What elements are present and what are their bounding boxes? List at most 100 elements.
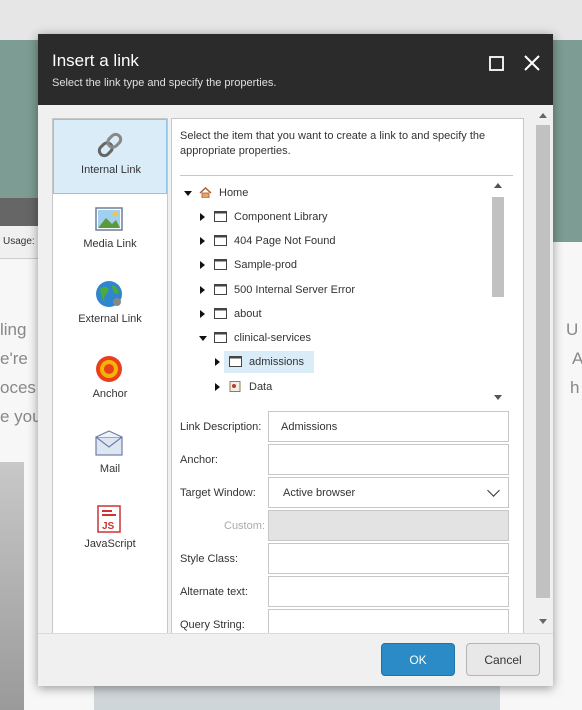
page-photo-left [0,462,24,710]
link-type-label: Media Link [83,238,137,250]
tree-node[interactable]: 404 Page Not Found [180,230,490,252]
maximize-button[interactable] [486,52,508,74]
chevron-down-icon [487,484,500,497]
dialog-scrollbar[interactable] [534,105,553,633]
page-right-line: U [566,320,579,339]
anchor-label: Anchor: [180,454,218,466]
target-window-label: Target Window: [180,487,256,499]
scrollbar-thumb[interactable] [536,125,550,598]
page-icon [214,211,227,222]
scroll-up-arrow-icon[interactable] [494,183,502,188]
tree-node[interactable]: Sample-prod [180,254,490,276]
custom-row: Custom: [172,510,523,543]
tree-node[interactable]: Component Library [180,206,490,228]
expand-arrow-icon[interactable] [215,358,220,366]
tree-node-label: 404 Page Not Found [234,235,336,247]
page-left-text: ling e're oces e you [0,315,40,431]
globe-icon [96,281,122,307]
content-tree: Home Component Library 404 Page Not Foun… [180,177,513,409]
link-type-external[interactable]: External Link [53,269,167,344]
page-right-line: A [572,349,582,368]
close-icon [524,55,540,71]
link-type-anchor[interactable]: Anchor [53,344,167,419]
expand-arrow-icon[interactable] [200,213,205,221]
dialog-title: Insert a link [52,51,139,70]
query-string-label: Query String: [180,619,245,631]
link-properties-panel: Select the item that you want to create … [171,118,524,640]
link-type-label: Anchor [92,388,128,400]
style-class-input[interactable] [268,543,509,574]
page-icon [214,259,227,270]
page-left-line: oces [0,378,36,397]
tree-node-label: Data [249,381,273,393]
page-photo-bottom [94,686,500,710]
target-window-row: Target Window: Active browser [172,477,523,510]
expand-arrow-icon[interactable] [200,261,205,269]
alternate-text-label: Alternate text: [180,586,248,598]
page-left-line: e're [0,349,28,368]
target-icon [96,356,122,382]
link-type-javascript[interactable]: JS JavaScript [53,494,167,569]
tree-node-home[interactable]: Home [180,182,490,204]
dialog-footer: OK Cancel [38,633,553,686]
chain-link-icon [97,132,123,158]
insert-link-dialog: Insert a link Select the link type and s… [38,34,553,686]
scrollbar-thumb[interactable] [492,197,504,297]
tree-node[interactable]: clinical-services [180,327,490,349]
scroll-down-arrow-icon[interactable] [494,395,502,400]
close-button[interactable] [521,52,543,74]
instructions-text: Select the item that you want to create … [180,130,486,157]
page-gray-block [0,198,40,226]
expand-arrow-icon[interactable] [200,310,205,318]
envelope-icon [95,430,123,456]
page-icon [214,235,227,246]
tree-scrollbar[interactable] [490,177,506,409]
expand-arrow-icon[interactable] [215,383,220,391]
page-right-text: U A h [566,315,582,402]
page-left-line: ling [0,320,27,339]
page-left-line: e you [0,407,40,426]
ok-button[interactable]: OK [381,643,455,676]
expand-arrow-icon[interactable] [200,237,205,245]
expand-arrow-icon[interactable] [200,286,205,294]
link-type-list: Internal Link Media Link External Link A… [52,118,168,637]
usage-label: Usage: [3,236,35,247]
page-right-line: h [570,378,580,397]
scroll-up-arrow-icon[interactable] [539,113,547,118]
svg-text:JS: JS [102,521,115,532]
collapse-arrow-icon[interactable] [184,191,192,196]
tree-node-label: about [234,308,262,320]
anchor-input[interactable] [268,444,509,475]
collapse-arrow-icon[interactable] [199,336,207,341]
tree-node[interactable]: about [180,303,490,325]
tree-node-label: Component Library [234,211,328,223]
link-type-mail[interactable]: Mail [53,419,167,494]
home-icon [199,187,212,198]
tree-node-label: Home [219,187,249,199]
target-window-select[interactable]: Active browser [268,477,509,508]
target-window-value: Active browser [283,487,356,499]
tree-node[interactable]: 500 Internal Server Error [180,279,490,301]
link-description-row: Link Description: [172,411,523,444]
scroll-down-arrow-icon[interactable] [539,619,547,624]
tree-node[interactable]: Data [180,376,490,398]
alternate-text-row: Alternate text: [172,576,523,609]
tree-node-label: Sample-prod [234,259,297,271]
page-icon [214,284,227,295]
tree-node-label: admissions [249,356,305,368]
page-icon [214,308,227,319]
tree-node-selected[interactable]: admissions [180,351,490,373]
alternate-text-input[interactable] [268,576,509,607]
picture-icon [95,207,123,231]
javascript-file-icon: JS [97,505,121,533]
cancel-button[interactable]: Cancel [466,643,540,676]
data-folder-icon [229,381,241,392]
link-type-label: JavaScript [84,538,136,550]
dialog-header: Insert a link Select the link type and s… [38,34,553,105]
style-class-label: Style Class: [180,553,239,565]
link-type-internal[interactable]: Internal Link [53,119,167,194]
link-description-input[interactable] [268,411,509,442]
link-type-label: Mail [99,463,121,475]
tree-node-label: clinical-services [234,332,312,344]
link-type-media[interactable]: Media Link [53,194,167,269]
